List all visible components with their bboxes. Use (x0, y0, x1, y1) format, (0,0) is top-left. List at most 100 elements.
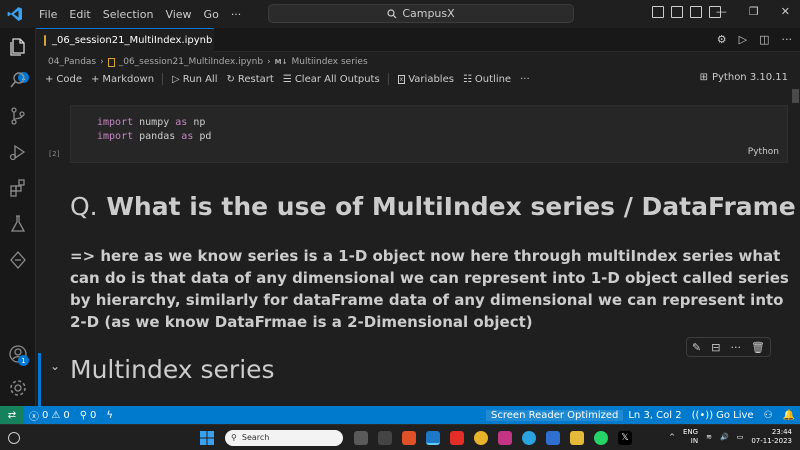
code-cell[interactable]: import numpy as np import pandas as pd P… (70, 105, 788, 163)
explorer-icon[interactable] (8, 36, 28, 56)
search-icon[interactable] (8, 70, 28, 90)
more-actions-icon[interactable]: ··· (782, 33, 793, 46)
command-center[interactable]: CampusX (268, 4, 574, 23)
module-name: pandas (133, 131, 182, 142)
menu-view[interactable]: View (159, 8, 197, 21)
source-control-icon[interactable] (8, 106, 28, 126)
keyword: as (181, 131, 194, 142)
whatsapp-app-icon[interactable] (594, 430, 608, 445)
language-top: ENG (683, 428, 699, 436)
collapse-chevron-icon[interactable]: ⌄ (50, 359, 60, 373)
menu-selection[interactable]: Selection (97, 8, 160, 21)
close-icon[interactable]: ✕ (781, 5, 790, 18)
accounts-badge: 1 (18, 355, 29, 366)
breadcrumb-section[interactable]: Multiindex series (292, 57, 368, 67)
keyword: import (97, 131, 134, 142)
testing-icon[interactable] (8, 214, 28, 234)
restart-icon: ↻ (226, 73, 235, 85)
outline-button[interactable]: ☷ Outline (463, 74, 511, 85)
x-app-icon[interactable]: 𝕏 (618, 430, 632, 445)
taskbar-search[interactable]: ⚲ Search (225, 429, 343, 446)
remote-explorer-icon[interactable] (8, 250, 28, 270)
split-editor-icon[interactable]: ◫ (759, 33, 769, 46)
screen-reader-status[interactable]: Screen Reader Optimized (486, 409, 624, 421)
language-indicator[interactable]: ENG IN (683, 428, 698, 446)
menu-edit[interactable]: Edit (63, 8, 96, 21)
add-code-button[interactable]: + Code (45, 74, 82, 85)
weather-icon[interactable] (8, 431, 20, 444)
copilot-icon[interactable]: ⚇ (759, 410, 778, 421)
scrollbar-thumb[interactable] (792, 89, 799, 103)
variables-button[interactable]: x Variables (397, 74, 454, 85)
heading-prefix: Q. (70, 192, 98, 221)
snipping-tool-icon[interactable] (546, 430, 560, 445)
toggle-panel-icon[interactable] (671, 6, 683, 18)
command-center-text: CampusX (402, 7, 455, 20)
go-live-button[interactable]: ((•)) Go Live (687, 410, 759, 421)
cursor-position[interactable]: Ln 3, Col 2 (623, 410, 686, 421)
status-bar: ⇄ ⓧ 0 ⚠ 0 ⚲ 0 ϟ Screen Reader Optimized Ln … (0, 406, 800, 424)
split-cell-icon[interactable]: ⊟ (711, 341, 720, 354)
delete-trash-icon[interactable]: 🗑 (751, 341, 765, 354)
youtube-app-icon[interactable] (450, 430, 464, 445)
minimize-icon[interactable]: — (716, 5, 727, 18)
clear-outputs-button[interactable]: ☰ Clear All Outputs (283, 74, 380, 85)
code-line: import pandas as pd (97, 131, 211, 142)
instagram-app-icon[interactable] (498, 430, 512, 445)
file-folder-icon[interactable] (570, 430, 584, 445)
manage-gear-icon[interactable] (8, 378, 28, 398)
ports-status[interactable]: ⚲ 0 (75, 410, 102, 421)
toggle-primary-sidebar-icon[interactable] (652, 6, 664, 18)
more-cell-actions-icon[interactable]: ··· (730, 341, 741, 354)
cell-toolbar: ✎ ⊟ ··· 🗑 (686, 337, 771, 357)
chrome-app-icon[interactable] (474, 430, 488, 445)
menu-file[interactable]: File (33, 8, 63, 21)
notifications-bell-icon[interactable]: 🔔 (778, 410, 800, 421)
run-all-button[interactable]: ▷ Run All (172, 74, 217, 85)
toggle-secondary-sidebar-icon[interactable] (690, 6, 702, 18)
menu-more[interactable]: ··· (225, 8, 248, 21)
settings-gear-icon[interactable]: ⚙ (717, 33, 727, 46)
add-markdown-button[interactable]: + Markdown (91, 74, 154, 85)
keyword: as (175, 117, 188, 128)
remote-indicator-icon[interactable]: ⇄ (0, 406, 24, 424)
restore-icon[interactable]: ❐ (749, 5, 759, 18)
plus-icon: + (91, 73, 100, 85)
edit-pencil-icon[interactable]: ✎ (692, 341, 701, 354)
breadcrumb-folder[interactable]: 04_Pandas (48, 57, 96, 67)
outline-icon: ☷ (462, 73, 472, 85)
breadcrumb-file[interactable]: _06_session21_MultiIndex.ipynb (119, 57, 263, 67)
cell-language-label[interactable]: Python (748, 147, 779, 157)
volume-icon[interactable]: 🔊 (720, 433, 729, 441)
task-view-icon[interactable] (354, 430, 368, 445)
chevron-up-icon[interactable]: ^ (669, 433, 675, 441)
execution-count: [2] (48, 150, 61, 158)
vscode-app-icon[interactable] (426, 430, 440, 445)
brave-browser-icon[interactable] (402, 430, 416, 445)
language-bottom: IN (690, 437, 699, 445)
file-explorer-app-icon[interactable] (378, 430, 392, 445)
restart-button[interactable]: ↻ Restart (227, 74, 274, 85)
vertical-scrollbar[interactable] (790, 89, 800, 406)
clock[interactable]: 23:44 07-11-2023 (751, 428, 792, 446)
menu-go[interactable]: Go (198, 8, 225, 21)
run-icon[interactable]: ▷ (739, 33, 747, 46)
editor-tab[interactable]: _06_session21_MultiIndex.ipynb (36, 28, 214, 52)
more-toolbar-button[interactable]: ··· (520, 74, 530, 85)
telegram-app-icon[interactable] (522, 430, 536, 445)
markdown-heading: Q. What is the use of MultiIndex series … (70, 192, 800, 221)
run-debug-icon[interactable] (8, 142, 28, 162)
add-markdown-label: Markdown (102, 73, 155, 85)
kernel-picker[interactable]: ⊞ Python 3.10.11 (700, 72, 788, 83)
clock-date: 07-11-2023 (751, 437, 792, 445)
editor-tab-bar: _06_session21_MultiIndex.ipynb ⚙ ▷ ◫ ··· (36, 28, 800, 52)
wifi-icon[interactable]: ≋ (706, 433, 712, 441)
lightning-icon[interactable]: ϟ (101, 410, 118, 421)
battery-icon[interactable]: ▭ (737, 433, 744, 441)
extensions-icon[interactable] (8, 178, 28, 198)
heading-text: What is the use of MultiIndex series / D… (97, 192, 800, 221)
problems-status[interactable]: ⓧ 0 ⚠ 0 (24, 408, 75, 423)
windows-start-icon[interactable] (200, 430, 214, 445)
breadcrumb: 04_Pandas › _06_session21_MultiIndex.ipy… (48, 55, 368, 69)
taskbar-search-text: Search (241, 433, 270, 442)
